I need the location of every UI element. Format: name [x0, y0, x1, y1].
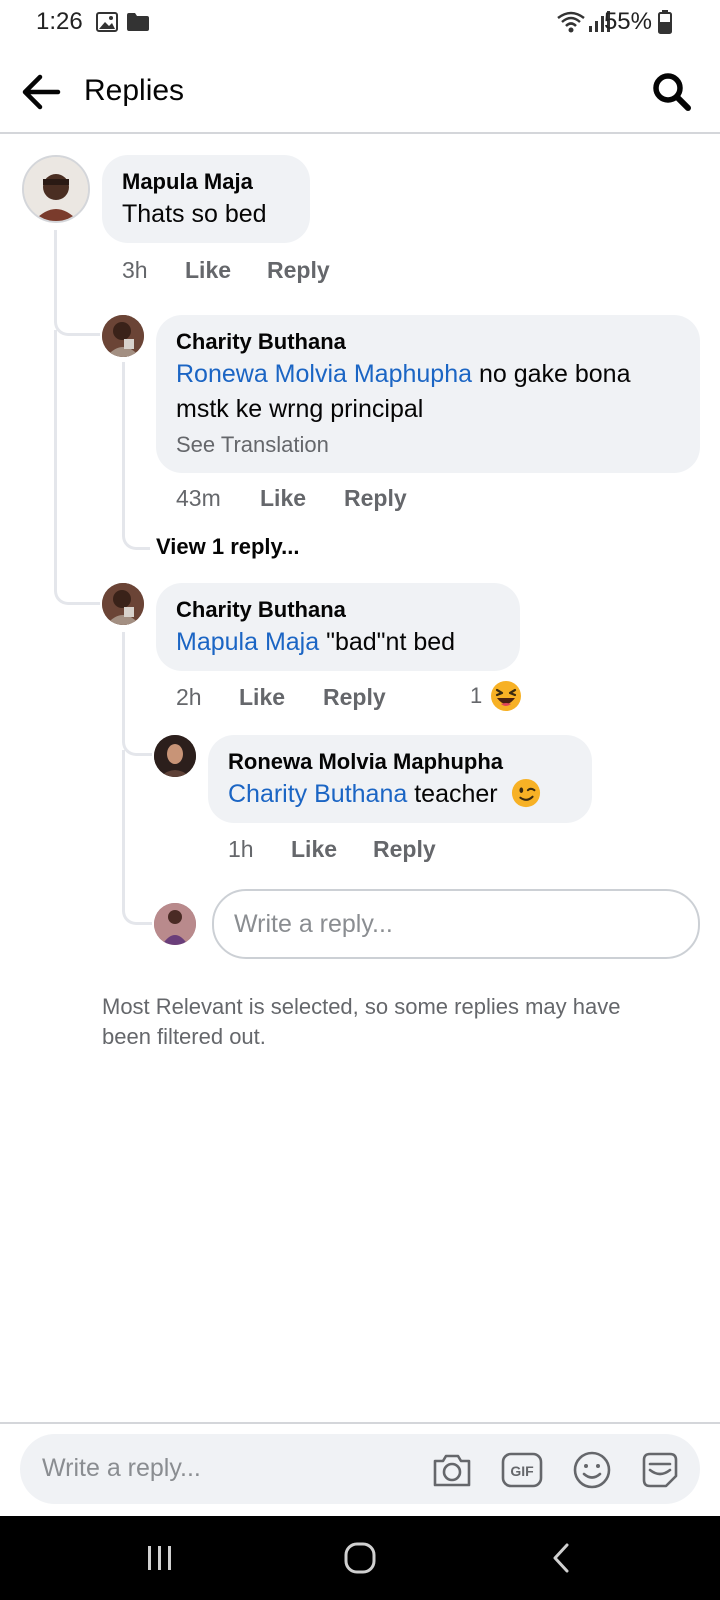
mention-link[interactable]: Charity Buthana [228, 780, 407, 808]
status-time: 1:26 [36, 8, 83, 35]
reaction-count: 1 [470, 683, 483, 708]
filter-note: Most Relevant is selected, so some repli… [102, 994, 621, 1049]
battery-percent: 55% [603, 8, 652, 35]
search-icon[interactable] [648, 68, 696, 116]
back-arrow-icon[interactable] [18, 68, 66, 116]
avatar[interactable] [22, 155, 90, 223]
comment-actions: 43m Like Reply [176, 485, 407, 512]
see-translation-link[interactable]: See Translation [176, 429, 680, 461]
mention-link[interactable]: Ronewa Molvia Maphupha [176, 360, 472, 388]
gallery-notification-icon [96, 12, 118, 32]
header: Replies [0, 48, 720, 134]
comment-body: teacher [407, 780, 498, 808]
comment-composer[interactable]: Write a reply... GIF [20, 1434, 700, 1504]
like-button[interactable]: Like [260, 485, 344, 512]
sticker-icon[interactable] [638, 1448, 682, 1492]
comment-actions: 3h Like Reply [122, 257, 330, 284]
thread-line [54, 330, 57, 590]
comment-text: Thats so bed [122, 200, 267, 228]
emoji-icon[interactable] [570, 1448, 614, 1492]
reply-input-placeholder: Write a reply... [234, 909, 393, 938]
wifi-icon [557, 11, 585, 33]
like-button[interactable]: Like [185, 257, 267, 284]
comment-author[interactable]: Ronewa Molvia Maphupha [228, 747, 572, 777]
comment-actions: 1h Like Reply [228, 836, 436, 863]
thread-line [54, 560, 100, 605]
avatar[interactable] [102, 583, 144, 625]
comment-text: Mapula Maja "bad"nt bed [176, 625, 500, 660]
thread-line [122, 632, 152, 756]
home-icon[interactable] [340, 1538, 380, 1578]
comment-author[interactable]: Charity Buthana [176, 595, 500, 625]
current-user-avatar [154, 903, 196, 945]
reply-button[interactable]: Reply [373, 836, 436, 863]
mention-link[interactable]: Mapula Maja [176, 628, 319, 656]
recent-apps-icon[interactable] [140, 1538, 180, 1578]
view-replies-link[interactable]: View 1 reply... [156, 534, 299, 560]
comment-text: Ronewa Molvia Maphupha no gake bona mstk… [176, 357, 680, 427]
laughing-emoji-icon [491, 681, 522, 711]
avatar[interactable] [154, 735, 196, 777]
reply-button[interactable]: Reply [323, 684, 386, 711]
like-button[interactable]: Like [291, 836, 373, 863]
comment-text: Charity Buthana teacher [228, 777, 572, 812]
composer-placeholder: Write a reply... [42, 1454, 201, 1482]
winking-emoji-icon [511, 778, 540, 808]
comment-bubble[interactable]: Mapula Maja Thats so bed [102, 155, 310, 243]
divider [0, 1422, 720, 1424]
back-nav-icon[interactable] [542, 1538, 582, 1578]
comment-author[interactable]: Mapula Maja [122, 167, 290, 197]
comment-actions: 2h Like Reply [176, 684, 386, 711]
folder-notification-icon [127, 13, 149, 31]
page-title: Replies [84, 74, 185, 107]
comment-time[interactable]: 3h [122, 257, 185, 284]
thread-line [54, 230, 100, 336]
comment-time[interactable]: 2h [176, 684, 239, 711]
comment-time[interactable]: 1h [228, 836, 291, 863]
camera-icon[interactable] [430, 1448, 474, 1492]
comment-author[interactable]: Charity Buthana [176, 327, 680, 357]
comment-time[interactable]: 43m [176, 485, 260, 512]
comment-body: "bad"nt bed [319, 628, 456, 656]
battery-icon [658, 10, 672, 34]
gif-label: GIF [510, 1463, 534, 1479]
comment-bubble[interactable]: Ronewa Molvia Maphupha Charity Buthana t… [208, 735, 592, 823]
thread-line [122, 750, 125, 900]
system-navigation-bar [0, 1516, 720, 1600]
comment-bubble[interactable]: Charity Buthana Ronewa Molvia Maphupha n… [156, 315, 700, 473]
reaction-summary[interactable]: 1 [470, 680, 522, 712]
thread-line [122, 362, 150, 550]
status-bar: 1:26 55% [0, 0, 720, 48]
reply-button[interactable]: Reply [267, 257, 330, 284]
avatar[interactable] [102, 315, 144, 357]
like-button[interactable]: Like [239, 684, 323, 711]
comment-bubble[interactable]: Charity Buthana Mapula Maja "bad"nt bed [156, 583, 520, 671]
reply-button[interactable]: Reply [344, 485, 407, 512]
gif-icon[interactable]: GIF [500, 1448, 544, 1492]
thread-line [122, 880, 152, 925]
reply-input[interactable]: Write a reply... [212, 889, 700, 959]
